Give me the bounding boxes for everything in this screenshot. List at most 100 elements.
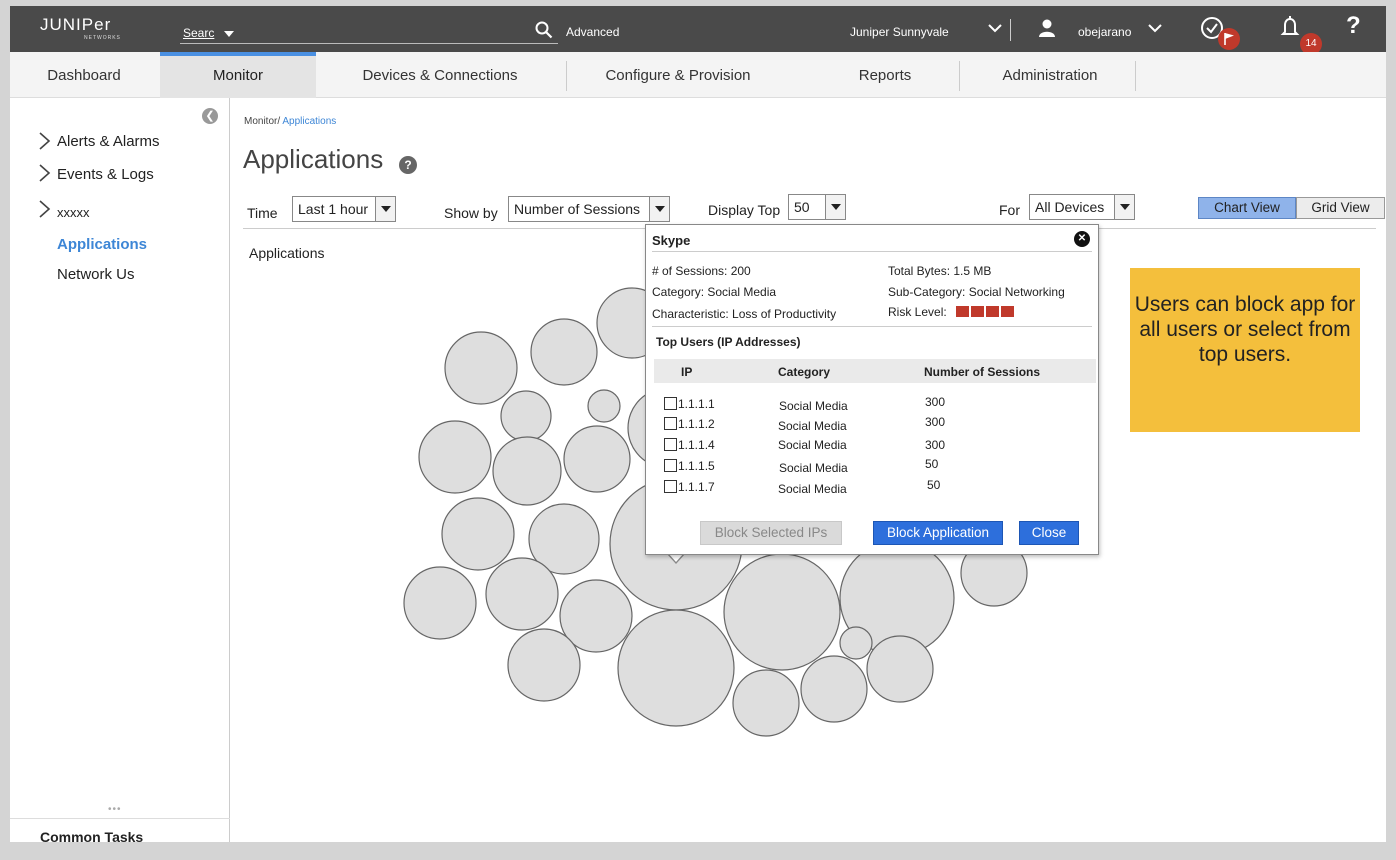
nav-dashboard[interactable]: Dashboard — [10, 52, 158, 98]
app-bubble[interactable] — [617, 609, 735, 727]
row-category: Social Media — [779, 461, 848, 475]
row-checkbox[interactable] — [664, 480, 677, 493]
topbar-divider — [1010, 19, 1011, 41]
notifications-bell-icon[interactable]: 14 — [1278, 14, 1322, 55]
tasks-check-icon[interactable] — [1200, 16, 1244, 52]
table-row[interactable]: 1.1.1.5 Social Media 50 — [646, 457, 1100, 477]
chevron-down-icon[interactable] — [1114, 195, 1134, 219]
nav-configure-provision[interactable]: Configure & Provision — [566, 52, 790, 98]
app-bubble[interactable] — [444, 331, 518, 405]
app-bubble[interactable] — [732, 669, 800, 737]
row-sessions: 50 — [925, 457, 939, 471]
row-ip: 1.1.1.4 — [678, 438, 715, 452]
app-bubble[interactable] — [485, 557, 559, 631]
search-input[interactable]: Searc — [183, 26, 214, 40]
nav-reports[interactable]: Reports — [810, 52, 960, 98]
row-category: Social Media — [778, 482, 847, 496]
app-bubble[interactable] — [403, 566, 477, 640]
annotation-sticky-note: Users can block app for all users or sel… — [1130, 268, 1360, 432]
app-bubble[interactable] — [866, 635, 934, 703]
app-bubble[interactable] — [441, 497, 515, 571]
row-sessions: 300 — [925, 415, 946, 429]
main-content: Monitor/ Applications Applications ? Tim… — [231, 98, 1386, 842]
nav-monitor[interactable]: Monitor — [160, 52, 316, 98]
col-category: Category — [778, 365, 831, 379]
table-row[interactable]: 1.1.1.4 Social Media 300 — [646, 436, 1100, 456]
time-select-value: Last 1 hour — [298, 201, 369, 217]
collapse-sidebar-icon[interactable]: ❮ — [202, 108, 218, 124]
breadcrumb-applications[interactable]: Applications — [282, 116, 336, 127]
sidebar-item-network-usage[interactable]: Network Us — [57, 266, 135, 283]
search-bar[interactable]: Searc — [180, 18, 558, 44]
sidebar-item-alerts-alarms[interactable]: Alerts & Alarms — [57, 133, 160, 150]
user-menu[interactable]: obejarano — [1078, 25, 1131, 39]
app-window: JUNIPer NETWORKS Searc Advanced Juniper … — [10, 6, 1386, 842]
chevron-right-icon[interactable] — [38, 164, 52, 182]
row-category: Social Media — [778, 419, 847, 433]
grid-view-button[interactable]: Grid View — [1296, 197, 1385, 219]
flag-badge — [1218, 28, 1240, 50]
sidebar-item-events-logs[interactable]: Events & Logs — [57, 166, 154, 183]
advanced-search-link[interactable]: Advanced — [566, 25, 619, 39]
sidebar-item-xxxxx[interactable]: xxxxx — [57, 205, 90, 220]
app-bubble[interactable] — [563, 425, 631, 493]
close-button[interactable]: Close — [1019, 521, 1079, 545]
chevron-right-icon[interactable] — [38, 132, 52, 150]
app-bubble[interactable] — [800, 655, 868, 723]
popup-divider — [652, 326, 1092, 327]
chevron-down-icon[interactable] — [649, 197, 669, 221]
chevron-down-icon[interactable] — [988, 22, 1002, 34]
chevron-down-icon[interactable] — [825, 195, 845, 219]
table-row[interactable]: 1.1.1.1 Social Media 300 — [646, 395, 1100, 415]
drag-handle-icon[interactable]: ••• — [108, 804, 122, 815]
sidebar-item-applications[interactable]: Applications — [57, 236, 147, 253]
col-ip: IP — [681, 365, 693, 379]
sub-category: Sub-Category: Social Networking — [888, 285, 1065, 299]
close-icon[interactable]: ✕ — [1074, 231, 1090, 247]
chart-view-button[interactable]: Chart View — [1198, 197, 1296, 219]
juniper-logo[interactable]: JUNIPer NETWORKS — [40, 15, 150, 43]
row-checkbox[interactable] — [664, 397, 677, 410]
row-checkbox[interactable] — [664, 438, 677, 451]
table-row[interactable]: 1.1.1.7 Social Media 50 — [646, 478, 1100, 498]
row-ip: 1.1.1.7 — [678, 480, 715, 494]
help-icon[interactable]: ? — [1346, 12, 1361, 40]
chevron-right-icon[interactable] — [38, 200, 52, 218]
sessions-count: # of Sessions: 200 — [652, 264, 751, 278]
display-top-select[interactable]: 50 — [788, 194, 846, 220]
row-category: Social Media — [778, 438, 847, 452]
risk-level-block — [971, 306, 984, 317]
app-bubble[interactable] — [500, 390, 552, 442]
breadcrumb-monitor[interactable]: Monitor/ — [244, 116, 280, 127]
page-title: Applications — [243, 144, 384, 174]
app-bubble[interactable] — [418, 420, 492, 494]
popup-divider — [652, 251, 1092, 252]
top-bar: JUNIPer NETWORKS Searc Advanced Juniper … — [10, 6, 1386, 55]
app-bubble[interactable] — [507, 628, 581, 702]
nav-devices-connections[interactable]: Devices & Connections — [320, 52, 560, 98]
search-icon[interactable] — [535, 21, 553, 39]
block-selected-ips-button[interactable]: Block Selected IPs — [700, 521, 842, 545]
chevron-down-icon[interactable] — [1148, 22, 1162, 34]
app-bubble[interactable] — [839, 626, 873, 660]
app-bubble[interactable] — [723, 553, 841, 671]
location-selector[interactable]: Juniper Sunnyvale — [850, 25, 949, 39]
device-select[interactable]: All Devices — [1029, 194, 1135, 220]
col-sessions: Number of Sessions — [924, 365, 1041, 379]
help-icon[interactable]: ? — [399, 156, 417, 174]
app-bubble[interactable] — [587, 389, 621, 423]
app-bubble[interactable] — [492, 436, 562, 506]
row-checkbox[interactable] — [664, 417, 677, 430]
flag-icon — [1224, 33, 1234, 45]
time-select[interactable]: Last 1 hour — [292, 196, 396, 222]
chevron-down-icon[interactable] — [375, 197, 395, 221]
block-application-button[interactable]: Block Application — [873, 521, 1003, 545]
row-checkbox[interactable] — [664, 459, 677, 472]
search-dropdown-caret-icon[interactable] — [224, 31, 234, 37]
app-bubble[interactable] — [530, 318, 598, 386]
user-icon[interactable] — [1038, 18, 1056, 38]
showby-select[interactable]: Number of Sessions — [508, 196, 670, 222]
common-tasks-panel[interactable]: Common Tasks — [10, 818, 230, 842]
nav-administration[interactable]: Administration — [960, 52, 1140, 98]
table-row[interactable]: 1.1.1.2 Social Media 300 — [646, 415, 1100, 435]
